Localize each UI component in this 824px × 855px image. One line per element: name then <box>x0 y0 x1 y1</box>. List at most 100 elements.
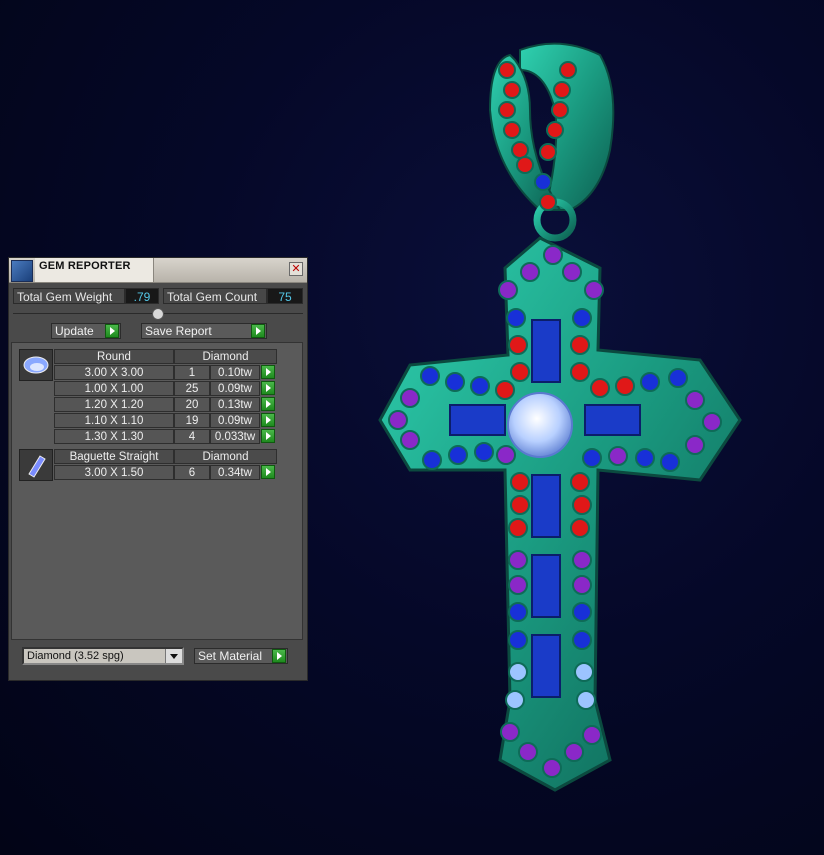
gemstone <box>685 435 705 455</box>
update-arrow-icon[interactable] <box>105 324 119 338</box>
round-gem-icon <box>19 349 53 381</box>
select-gem-arrow-icon[interactable] <box>261 465 275 479</box>
gem-count-cell: 20 <box>174 397 210 412</box>
gemstone <box>635 448 655 468</box>
gemstone <box>503 121 521 139</box>
gemstone <box>498 61 516 79</box>
gemstone <box>559 61 577 79</box>
baguette-gem-icon <box>19 449 53 481</box>
title-bar[interactable]: GEM REPORTER ✕ <box>9 258 307 283</box>
gemstone <box>506 308 526 328</box>
gem-size-cell: 3.00 X 1.50 <box>54 465 174 480</box>
gemstone <box>685 390 705 410</box>
gemstone <box>564 742 584 762</box>
gemstone <box>508 630 528 650</box>
gemstone <box>572 550 592 570</box>
gemstone <box>534 173 552 191</box>
gemstone <box>570 472 590 492</box>
gemstone <box>608 446 628 466</box>
gem-table: Round Diamond 3.00 X 3.00 1 0.10tw 1.00 X 1.0… <box>11 342 303 640</box>
gemstone <box>388 410 408 430</box>
gemstone <box>508 518 528 538</box>
gemstone <box>615 376 635 396</box>
gem-size-cell: 1.00 X 1.00 <box>54 381 174 396</box>
gem-count-cell: 25 <box>174 381 210 396</box>
gem-count-cell: 6 <box>174 465 210 480</box>
gemstone <box>570 362 590 382</box>
gem-weight-cell: 0.13tw <box>210 397 260 412</box>
gemstone <box>518 742 538 762</box>
gemstone <box>543 245 563 265</box>
total-gem-weight-value: .79 <box>125 288 159 304</box>
gemstone <box>495 380 515 400</box>
gemstone <box>508 575 528 595</box>
select-gem-arrow-icon[interactable] <box>261 365 275 379</box>
gemstone <box>539 143 557 161</box>
gem-material-header: Diamond <box>174 349 277 364</box>
gemstone <box>570 335 590 355</box>
gem-weight-cell: 0.033tw <box>210 429 260 444</box>
total-gem-count-value: 75 <box>267 288 303 304</box>
gem-count-cell: 19 <box>174 413 210 428</box>
gemstone <box>498 101 516 119</box>
gem-shape-header: Baguette Straight <box>54 449 174 464</box>
gemstone <box>498 280 518 300</box>
save-report-arrow-icon[interactable] <box>251 324 265 338</box>
gemstone <box>572 630 592 650</box>
select-gem-arrow-icon[interactable] <box>261 429 275 443</box>
gemstone <box>520 262 540 282</box>
gem-size-cell: 1.10 X 1.10 <box>54 413 174 428</box>
gemstone <box>574 662 594 682</box>
gemstone <box>420 366 440 386</box>
gemstone <box>572 495 592 515</box>
gemstone <box>474 442 494 462</box>
gem-size-cell: 1.20 X 1.20 <box>54 397 174 412</box>
gem-size-cell: 1.30 X 1.30 <box>54 429 174 444</box>
select-gem-arrow-icon[interactable] <box>261 397 275 411</box>
select-gem-arrow-icon[interactable] <box>261 413 275 427</box>
gemstone <box>505 690 525 710</box>
save-report-button[interactable]: Save Report <box>141 323 267 339</box>
gem-weight-cell: 0.10tw <box>210 365 260 380</box>
gemstone <box>516 156 534 174</box>
gemstone <box>508 550 528 570</box>
gem-weight-cell: 0.09tw <box>210 381 260 396</box>
gemstone <box>640 372 660 392</box>
gemstone <box>510 472 530 492</box>
chevron-down-icon[interactable] <box>165 649 182 663</box>
gem-shape-header: Round <box>54 349 174 364</box>
gemstone <box>702 412 722 432</box>
gemstone <box>400 388 420 408</box>
gemstone <box>539 193 557 211</box>
gemstone <box>572 575 592 595</box>
gem-material-header: Diamond <box>174 449 277 464</box>
gemstone <box>503 81 521 99</box>
gemstone <box>576 690 596 710</box>
gem-weight-cell: 0.34tw <box>210 465 260 480</box>
gemstone <box>570 518 590 538</box>
gem-count-cell: 4 <box>174 429 210 444</box>
gemstone <box>551 101 569 119</box>
gemstone <box>496 445 516 465</box>
gemstone <box>445 372 465 392</box>
gemstone <box>508 662 528 682</box>
gemstone <box>546 121 564 139</box>
gemstone <box>590 378 610 398</box>
gemstone <box>508 602 528 622</box>
gemstone <box>422 450 442 470</box>
gemstone <box>553 81 571 99</box>
gemstone <box>542 758 562 778</box>
close-button[interactable]: ✕ <box>289 262 303 276</box>
gemstone <box>508 335 528 355</box>
collapse-handle[interactable] <box>152 308 164 320</box>
material-select-value: Diamond (3.52 spg) <box>24 649 166 663</box>
gemstone <box>582 725 602 745</box>
total-gem-weight-label: Total Gem Weight <box>13 288 125 304</box>
set-material-arrow-icon[interactable] <box>272 649 286 663</box>
gemstone <box>400 430 420 450</box>
select-gem-arrow-icon[interactable] <box>261 381 275 395</box>
material-select[interactable]: Diamond (3.52 spg) <box>22 647 184 665</box>
gem-size-cell: 3.00 X 3.00 <box>54 365 174 380</box>
total-gem-count-label: Total Gem Count <box>163 288 267 304</box>
gem-count-cell: 1 <box>174 365 210 380</box>
